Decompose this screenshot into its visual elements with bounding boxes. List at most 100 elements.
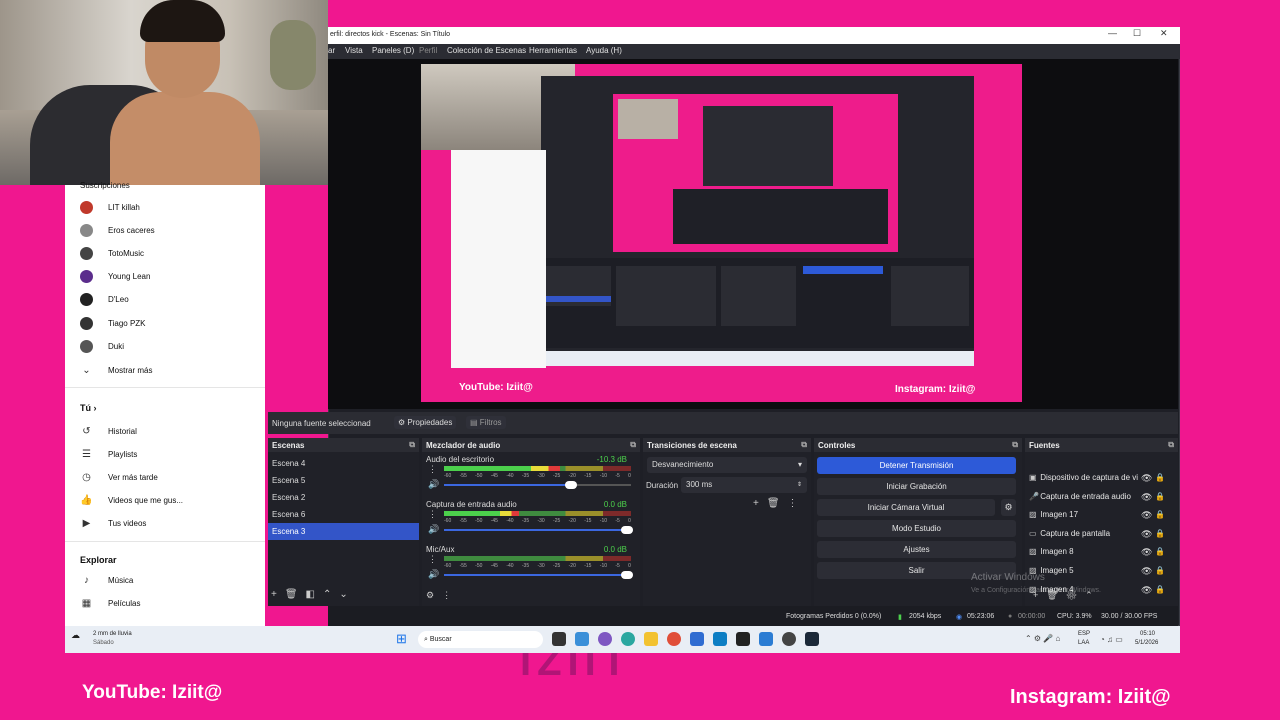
- maximize-button[interactable]: ☐: [1133, 28, 1141, 39]
- properties-button[interactable]: ⚙ Propiedades: [394, 416, 457, 429]
- lock-icon[interactable]: 🔒: [1155, 492, 1165, 501]
- undock-icon[interactable]: ⧉: [630, 440, 636, 450]
- obs-icon[interactable]: [782, 632, 796, 646]
- scene-item[interactable]: Escena 4: [268, 455, 419, 472]
- visibility-eye-icon[interactable]: 👁: [1141, 492, 1152, 503]
- menu-dots-icon[interactable]: ⋮: [428, 554, 437, 565]
- menu-profile[interactable]: Perfil: [419, 46, 437, 55]
- visibility-eye-icon[interactable]: 👁: [1141, 529, 1152, 540]
- transition-select[interactable]: Desvanecimiento ▾: [647, 457, 807, 473]
- show-more-button[interactable]: ⌄ Mostrar más: [80, 360, 152, 380]
- speaker-icon[interactable]: 🔊: [428, 479, 439, 490]
- lock-icon[interactable]: 🔒: [1155, 585, 1165, 594]
- visibility-eye-icon[interactable]: 👁: [1141, 585, 1152, 596]
- scene-item[interactable]: Escena 5: [268, 472, 419, 489]
- sidebar-item-historial[interactable]: ↺ Historial: [80, 421, 137, 441]
- menu-dots-icon[interactable]: ⋮: [442, 590, 459, 600]
- network-volume-icons[interactable]: ◔ ♫ ▭: [1100, 635, 1123, 644]
- menu-tools[interactable]: Herramientas: [529, 46, 577, 55]
- you-header[interactable]: Tú ›: [80, 403, 97, 413]
- start-virtual-camera-button[interactable]: Iniciar Cámara Virtual: [817, 499, 995, 516]
- subscription-channel[interactable]: LIT killah: [80, 197, 140, 217]
- store-icon[interactable]: [713, 632, 727, 646]
- edge-icon[interactable]: [621, 632, 635, 646]
- remove-scene-icon[interactable]: 🗑: [285, 589, 306, 600]
- minimize-button[interactable]: —: [1108, 28, 1117, 38]
- tray-icons[interactable]: ⌃ ⚙ 🎤 ⌂: [1025, 634, 1060, 643]
- undock-icon[interactable]: ⧉: [1168, 440, 1174, 450]
- weather-text[interactable]: 2 mm de lluvia: [93, 631, 132, 637]
- visibility-eye-icon[interactable]: 👁: [1141, 566, 1152, 577]
- subscription-channel[interactable]: Tiago PZK: [80, 313, 146, 333]
- chrome-icon[interactable]: [667, 632, 681, 646]
- task-view-icon[interactable]: [552, 632, 566, 646]
- menu-docks[interactable]: Paneles (D): [372, 46, 414, 55]
- scene-filter-icon[interactable]: ◧: [306, 589, 323, 600]
- add-scene-icon[interactable]: +: [271, 589, 285, 600]
- menu-dots-icon[interactable]: ⋮: [428, 464, 437, 475]
- windows-start-icon[interactable]: ⊞: [396, 631, 407, 647]
- menu-dots-icon[interactable]: ⋮: [788, 498, 806, 509]
- subscription-channel[interactable]: TotoMusic: [80, 243, 144, 263]
- lock-icon[interactable]: 🔒: [1155, 473, 1165, 482]
- settings-button[interactable]: Ajustes: [817, 541, 1016, 558]
- studio-mode-button[interactable]: Modo Estudio: [817, 520, 1016, 537]
- mail-icon[interactable]: [690, 632, 704, 646]
- close-button[interactable]: ✕: [1160, 28, 1168, 39]
- undock-icon[interactable]: ⧉: [409, 440, 415, 450]
- language-2[interactable]: LAA: [1078, 640, 1089, 646]
- move-up-icon[interactable]: ⌃: [323, 589, 339, 600]
- link-icon[interactable]: ⚙: [426, 590, 442, 600]
- subscription-channel[interactable]: Duki: [80, 336, 124, 356]
- sidebar-item-liked[interactable]: 👍 Videos que me gus...: [80, 490, 183, 510]
- stop-streaming-button[interactable]: Detener Transmisión: [817, 457, 1016, 474]
- scene-item[interactable]: Escena 2: [268, 489, 419, 506]
- preview-canvas[interactable]: YouTube: Iziit@ Instagram: Iziit@: [421, 64, 1022, 402]
- volume-slider[interactable]: [444, 571, 633, 579]
- duration-input[interactable]: 300 ms ⇕: [681, 477, 807, 493]
- remove-transition-icon[interactable]: 🗑: [767, 498, 788, 509]
- menu-view[interactable]: Vista: [345, 46, 363, 55]
- clock-date[interactable]: 5/1/2026: [1135, 640, 1158, 646]
- lock-icon[interactable]: 🔒: [1155, 529, 1165, 538]
- language-1[interactable]: ESP: [1078, 631, 1090, 637]
- lock-icon[interactable]: 🔒: [1155, 547, 1165, 556]
- menu-dots-icon[interactable]: ⋮: [428, 509, 437, 520]
- speaker-icon[interactable]: 🔊: [428, 569, 439, 580]
- visibility-eye-icon[interactable]: 👁: [1141, 510, 1152, 521]
- sidebar-item-watch-later[interactable]: ◷ Ver más tarde: [80, 467, 158, 487]
- undock-icon[interactable]: ⧉: [801, 440, 807, 450]
- visibility-eye-icon[interactable]: 👁: [1141, 473, 1152, 484]
- menu-edit[interactable]: ar: [328, 46, 335, 55]
- visibility-eye-icon[interactable]: 👁: [1141, 547, 1152, 558]
- app-icon-2[interactable]: [598, 632, 612, 646]
- volume-slider[interactable]: [444, 526, 633, 534]
- add-transition-icon[interactable]: +: [753, 498, 767, 509]
- filters-button[interactable]: ▤ Filtros: [466, 416, 506, 429]
- file-explorer-icon[interactable]: [644, 632, 658, 646]
- start-recording-button[interactable]: Iniciar Grabación: [817, 478, 1016, 495]
- subscription-channel[interactable]: Young Lean: [80, 267, 150, 287]
- subscription-channel[interactable]: D'Leo: [80, 290, 129, 310]
- menu-scene-collection[interactable]: Colección de Escenas: [447, 46, 526, 55]
- virtual-camera-settings-icon[interactable]: ⚙: [1001, 499, 1016, 516]
- scene-item[interactable]: Escena 6: [268, 506, 419, 523]
- subscription-channel[interactable]: Eros caceres: [80, 220, 155, 240]
- menu-help[interactable]: Ayuda (H): [586, 46, 622, 55]
- steam-icon[interactable]: [805, 632, 819, 646]
- weather-icon[interactable]: ☁: [71, 630, 80, 641]
- app-icon-1[interactable]: [575, 632, 589, 646]
- lock-icon[interactable]: 🔒: [1155, 566, 1165, 575]
- sidebar-item-movies[interactable]: ▦ Películas: [80, 593, 141, 613]
- undock-icon[interactable]: ⧉: [1012, 440, 1018, 450]
- clock-time[interactable]: 05:10: [1140, 631, 1155, 637]
- speaker-icon[interactable]: 🔊: [428, 524, 439, 535]
- scene-item[interactable]: Escena 3: [268, 523, 419, 540]
- sidebar-item-playlists[interactable]: ☰ Playlists: [80, 444, 137, 464]
- taskbar-search[interactable]: ⌕ Buscar: [418, 631, 543, 648]
- move-down-icon[interactable]: ⌄: [339, 589, 355, 600]
- volume-slider[interactable]: [444, 481, 631, 489]
- app-icon-3[interactable]: [759, 632, 773, 646]
- subscriptions-header[interactable]: Suscripciones: [80, 181, 130, 190]
- lock-icon[interactable]: 🔒: [1155, 510, 1165, 519]
